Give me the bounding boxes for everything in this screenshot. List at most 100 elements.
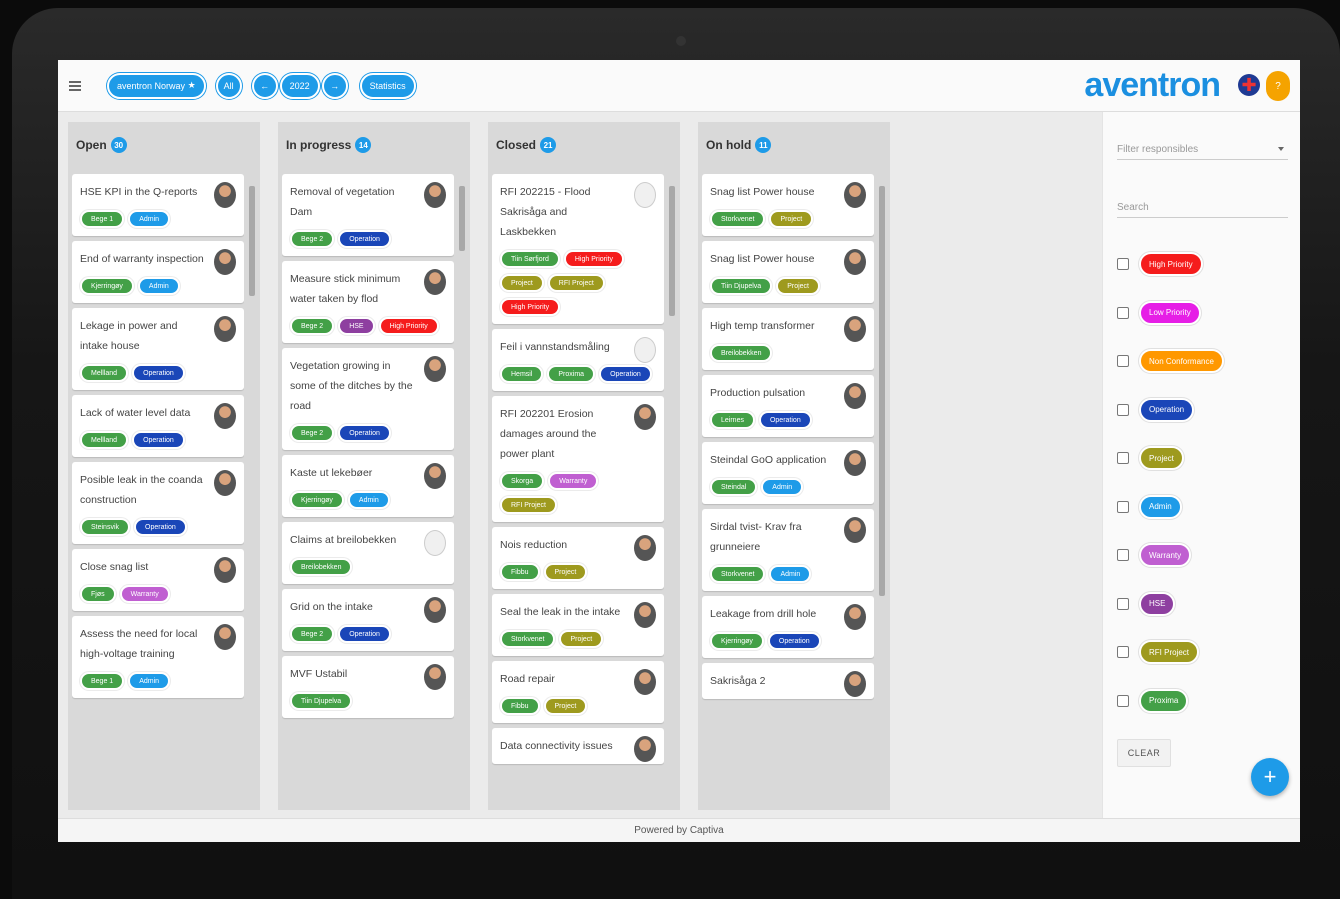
filter-tag[interactable]: High Priority [1139, 252, 1203, 277]
tag-fj-s[interactable]: Fjøs [80, 585, 116, 603]
tag-mellland[interactable]: Mellland [80, 431, 129, 449]
tag-storkvenet[interactable]: Storkvenet [710, 565, 766, 583]
tag-hse[interactable]: HSE [338, 317, 375, 335]
tag-project[interactable]: Project [776, 277, 820, 295]
task-card[interactable]: Lack of water level data Mellland Operatio… [72, 395, 244, 457]
tag-warranty[interactable]: Warranty [548, 472, 599, 490]
task-card[interactable]: Claims at breilobekken Breilobekken [282, 522, 454, 584]
tag-tiin-djupelva[interactable]: Tiin Djupelva [710, 277, 773, 295]
assignee-avatar[interactable] [844, 517, 866, 543]
tag-rfi-project[interactable]: RFI Project [547, 274, 605, 292]
filter-tag[interactable]: RFI Project [1139, 640, 1200, 665]
filter-responsibles-select[interactable]: Filter responsibles [1117, 136, 1288, 160]
assignee-avatar[interactable] [634, 736, 656, 762]
scrollbar-thumb[interactable] [669, 186, 675, 316]
task-card[interactable]: Snag list Power house Tiin Djupelva Projec… [702, 241, 874, 303]
tag-high-priority[interactable]: High Priority [500, 298, 561, 316]
tag-leirnes[interactable]: Leirnes [710, 411, 755, 429]
assignee-avatar[interactable] [634, 535, 656, 561]
tag-kjerring-y[interactable]: Kjerringøy [710, 632, 764, 650]
filter-checkbox[interactable] [1117, 355, 1129, 368]
filter-checkbox[interactable] [1117, 549, 1129, 562]
tag-steindal[interactable]: Steindal [710, 478, 758, 496]
filter-tag[interactable]: Proxima [1139, 688, 1189, 713]
tag-admin[interactable]: Admin [137, 277, 180, 295]
prev-year-icon[interactable]: ← [251, 72, 278, 99]
tag-breilobekken[interactable]: Breilobekken [290, 558, 353, 576]
task-card[interactable]: HSE KPI in the Q-reports Bege 1 Admin [72, 174, 244, 236]
tag-admin[interactable]: Admin [128, 672, 171, 690]
tag-project[interactable]: Project [543, 563, 588, 581]
filter-tag[interactable]: Admin [1139, 494, 1182, 519]
assignee-avatar[interactable] [844, 249, 866, 275]
assignee-avatar[interactable] [634, 669, 656, 695]
assignee-avatar[interactable] [844, 316, 866, 342]
tag-kjerring-y[interactable]: Kjerringøy [290, 491, 344, 509]
assignee-avatar[interactable] [844, 604, 866, 630]
task-card[interactable]: Vegetation growing in some of the ditche… [282, 348, 454, 450]
assignee-avatar[interactable] [844, 671, 866, 697]
task-card[interactable]: Posible leak in the coanda construction S… [72, 462, 244, 544]
task-card[interactable]: Close snag list Fjøs Warranty [72, 549, 244, 611]
tag-tiin-s-rfjord[interactable]: Tiin Sørfjord [500, 250, 560, 268]
year-label[interactable]: 2022 [279, 72, 320, 99]
statistics-button[interactable]: Statistics [359, 72, 416, 99]
tag-skorga[interactable]: Skorga [500, 472, 545, 490]
scrollbar-thumb[interactable] [459, 186, 465, 251]
filter-checkbox[interactable] [1117, 452, 1129, 465]
tag-high-priority[interactable]: High Priority [563, 250, 624, 268]
assignee-avatar[interactable] [634, 182, 656, 208]
tag-operation[interactable]: Operation [132, 431, 185, 449]
tag-project[interactable]: Project [559, 630, 604, 648]
task-card[interactable]: End of warranty inspection Kjerringøy Admi… [72, 241, 244, 303]
tag-hemsil[interactable]: Hemsil [500, 365, 544, 383]
tag-project[interactable]: Project [769, 210, 814, 228]
assignee-avatar[interactable] [844, 182, 866, 208]
column-scrollbar[interactable] [668, 176, 676, 804]
assignee-avatar[interactable] [634, 602, 656, 628]
filter-checkbox[interactable] [1117, 500, 1129, 513]
assignee-avatar[interactable] [424, 664, 446, 690]
tag-bege-2[interactable]: Bege 2 [290, 230, 335, 248]
tag-storkvenet[interactable]: Storkvenet [710, 210, 766, 228]
filter-checkbox[interactable] [1117, 306, 1129, 319]
task-card[interactable]: RFI 202201 Erosion damages around the po… [492, 396, 664, 522]
task-card[interactable]: Data connectivity issues [492, 728, 664, 764]
assignee-avatar[interactable] [634, 337, 656, 363]
tag-operation[interactable]: Operation [132, 364, 185, 382]
org-button[interactable]: aventron Norway ★ [107, 72, 206, 99]
assignee-avatar[interactable] [634, 404, 656, 430]
task-card[interactable]: Leakage from drill hole Kjerringøy Operati… [702, 596, 874, 658]
task-card[interactable]: Production pulsation Leirnes Operation [702, 375, 874, 437]
column-scrollbar[interactable] [878, 176, 886, 804]
task-card[interactable]: Nois reduction Fibbu Project [492, 527, 664, 589]
tag-mellland[interactable]: Mellland [80, 364, 129, 382]
task-card[interactable]: Sirdal tvist- Krav fra grunneiere Storkve… [702, 509, 874, 591]
task-card[interactable]: RFI 202215 - Flood Sakrisåga and Laskbek… [492, 174, 664, 324]
next-year-icon[interactable]: → [321, 72, 348, 99]
tag-operation[interactable]: Operation [134, 518, 187, 536]
assignee-avatar[interactable] [424, 182, 446, 208]
all-button[interactable]: All [215, 72, 242, 99]
assignee-avatar[interactable] [844, 450, 866, 476]
filter-tag[interactable]: Warranty [1139, 543, 1192, 568]
assignee-avatar[interactable] [214, 403, 236, 429]
assignee-avatar[interactable] [424, 356, 446, 382]
tag-breilobekken[interactable]: Breilobekken [710, 344, 773, 362]
user-avatar[interactable]: ? [1266, 71, 1290, 101]
tag-bege-2[interactable]: Bege 2 [290, 625, 335, 643]
tag-storkvenet[interactable]: Storkvenet [500, 630, 556, 648]
task-card[interactable]: High temp transformer Breilobekken [702, 308, 874, 370]
scrollbar-thumb[interactable] [249, 186, 255, 296]
filter-tag[interactable]: Low Priority [1139, 300, 1201, 325]
task-card[interactable]: Lekage in power and intake house Mellland… [72, 308, 244, 390]
filter-checkbox[interactable] [1117, 403, 1129, 416]
assignee-avatar[interactable] [214, 316, 236, 342]
tag-tiin-djupelva[interactable]: Tiin Djupelva [290, 692, 353, 710]
filter-tag[interactable]: Operation [1139, 397, 1195, 422]
task-card[interactable]: Removal of vegetation Dam Bege 2 Operation [282, 174, 454, 256]
task-card[interactable]: Road repair Fibbu Project [492, 661, 664, 723]
assignee-avatar[interactable] [214, 182, 236, 208]
task-card[interactable]: Measure stick minimum water taken by flo… [282, 261, 454, 343]
tag-kjerring-y[interactable]: Kjerringøy [80, 277, 134, 295]
